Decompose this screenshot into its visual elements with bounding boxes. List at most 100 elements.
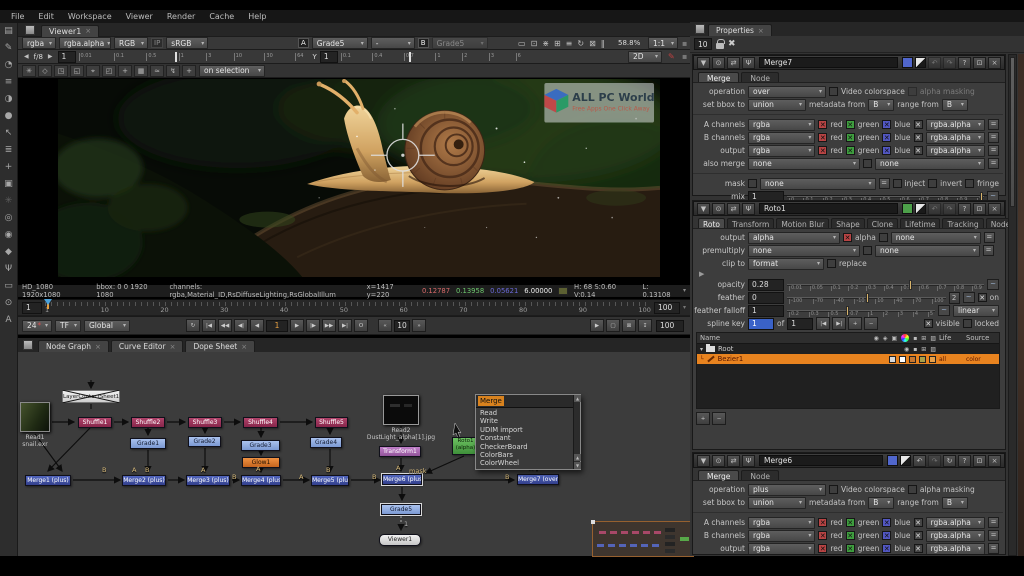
pixel-aspect-dropdown[interactable]: 1:1 [648,37,678,49]
blend-col-icon[interactable]: ▪ [913,335,917,342]
a-mask-dropdown[interactable]: rgba.alpha [926,119,985,131]
shape-list-empty[interactable] [697,364,999,408]
green-checkbox[interactable] [846,133,855,142]
range-icon[interactable]: O [354,319,368,332]
ap-icon[interactable]: A [5,315,11,325]
undo-icon[interactable]: ↶ [913,455,926,467]
panel-tab[interactable]: Node [741,470,779,480]
color-chip[interactable] [899,356,906,363]
node-merge6[interactable]: Merge6 (plus) [382,474,422,485]
rotopaint-pen-icon[interactable]: ✎ [666,52,677,61]
ruler-menu-icon[interactable]: ▾ [683,304,686,311]
undo-icon[interactable]: ↶ [928,57,941,69]
falloff-slider-handle[interactable] [846,306,849,316]
prev-keyframe-icon[interactable]: ◀◀ [218,319,232,332]
opacity-field[interactable]: 0.28 [748,279,784,291]
help-icon[interactable]: ? [958,57,971,69]
blue-checkbox[interactable] [882,531,891,540]
output-mask-dropdown[interactable]: rgba.alpha [926,145,985,157]
range-dropdown[interactable]: B [942,497,968,509]
fps-dropdown[interactable]: 24* [22,320,52,332]
shape-row-root[interactable]: ▾ Root ◉ ▪ ⊞ ▨ [697,344,999,354]
color-col-icon[interactable] [901,334,909,342]
scroll-down-icon[interactable]: ▼ [574,462,581,469]
alpha-checkbox[interactable] [914,120,923,129]
next-keyframe-icon[interactable]: ▶▶ [322,319,336,332]
panel-tab[interactable]: Tracking [942,218,983,228]
panel-tab[interactable]: Transform [727,218,774,228]
close-panel-icon[interactable]: × [988,455,1001,467]
video-colorspace-checkbox[interactable] [829,485,838,494]
link-button[interactable] [988,132,999,143]
alpha-checkbox[interactable] [914,544,923,553]
metadata-dropdown[interactable]: B [868,497,894,509]
ab-blend-dropdown[interactable]: - [371,37,415,49]
timer-icon[interactable]: ◔ [5,60,13,70]
node-read1-thumbnail[interactable] [20,402,50,432]
visible-col-icon[interactable]: ◉ [874,335,879,342]
falloff-type-dropdown[interactable]: linear [953,305,999,317]
node-grade2[interactable]: Grade2 [188,436,221,447]
roto-output-mask-dropdown[interactable]: none [891,232,981,244]
feather-slider[interactable]: -100-70-40-10104070100 [787,292,946,304]
curve-editor-icon[interactable] [987,279,999,290]
blue-checkbox[interactable] [882,146,891,155]
blue-checkbox[interactable] [882,518,891,527]
proxy-icon[interactable]: ⊡ [529,39,540,48]
bbox-dropdown[interactable]: union [748,99,806,111]
minimap-handle[interactable] [591,520,595,524]
node-menu-item[interactable]: Constant [480,434,580,442]
node-inputs-icon[interactable]: Ψ [742,455,755,467]
display-channels-dropdown[interactable]: RGB [114,37,148,49]
node-grade5[interactable]: Grade5 [381,504,421,515]
properties-scrollbar[interactable] [1008,54,1017,556]
matte-col-icon[interactable]: ▣ [892,335,898,342]
green-checkbox[interactable] [846,518,855,527]
play-icon[interactable]: ▶ [290,319,304,332]
close-panel-icon[interactable]: × [988,57,1001,69]
node-inputs-icon[interactable]: Ψ [742,203,755,215]
playhead-marker[interactable] [44,299,52,309]
curve-editor-icon[interactable] [938,305,950,316]
card-icon[interactable]: ▭ [4,281,13,291]
alpha-checkbox[interactable] [843,233,852,242]
collapse-icon[interactable]: ▼ [697,57,710,69]
red-checkbox[interactable] [818,544,827,553]
premultiply2-dropdown[interactable]: none [875,245,980,257]
panel-tab[interactable]: Clone [867,218,898,228]
panel-tab[interactable]: Shape [831,218,865,228]
node-search-field[interactable]: Merge [476,395,580,408]
menu-item[interactable]: File [4,12,31,21]
stack-icon[interactable]: ≡ [564,39,575,48]
link-button[interactable] [879,178,890,189]
viewer-lut-dropdown[interactable]: sRGB [166,37,208,49]
panel-menu-icon[interactable] [25,25,35,35]
fit-range-icon[interactable]: ↧ [638,319,652,332]
target-icon[interactable]: ⌖ [86,65,100,77]
layer-dropdown[interactable]: rgba [22,37,56,49]
gl-color-swatch[interactable] [915,57,926,68]
close-panel-icon[interactable]: × [988,203,1001,215]
link-button[interactable] [988,145,999,156]
red-checkbox[interactable] [818,120,827,129]
blue-checkbox[interactable] [882,133,891,142]
inject-checkbox[interactable] [893,179,902,188]
operation-dropdown[interactable]: over [748,86,826,98]
max-panels-field[interactable]: 10 [694,38,712,50]
node-viewer1[interactable]: Viewer1 [379,534,421,546]
scroll-up2-icon[interactable]: ▲ [574,454,581,461]
red-checkbox[interactable] [818,133,827,142]
panel-tab[interactable]: Lifetime [900,218,940,228]
range-dropdown[interactable]: B [942,99,968,111]
replace-checkbox[interactable] [827,259,836,268]
feather-link-button[interactable]: 2 [949,292,960,304]
redo-icon[interactable]: ↷ [943,57,956,69]
range-mode-dropdown[interactable]: Global [84,320,130,332]
alpha-checkbox[interactable] [914,518,923,527]
node-menu-item[interactable]: Read [480,409,580,417]
redo-icon[interactable]: ↷ [943,203,956,215]
link-button[interactable] [988,158,999,169]
panel-corner-icon[interactable]: ▪ [680,52,689,61]
menu-item[interactable]: Viewer [119,12,160,21]
also-merge2-dropdown[interactable]: none [875,158,985,170]
